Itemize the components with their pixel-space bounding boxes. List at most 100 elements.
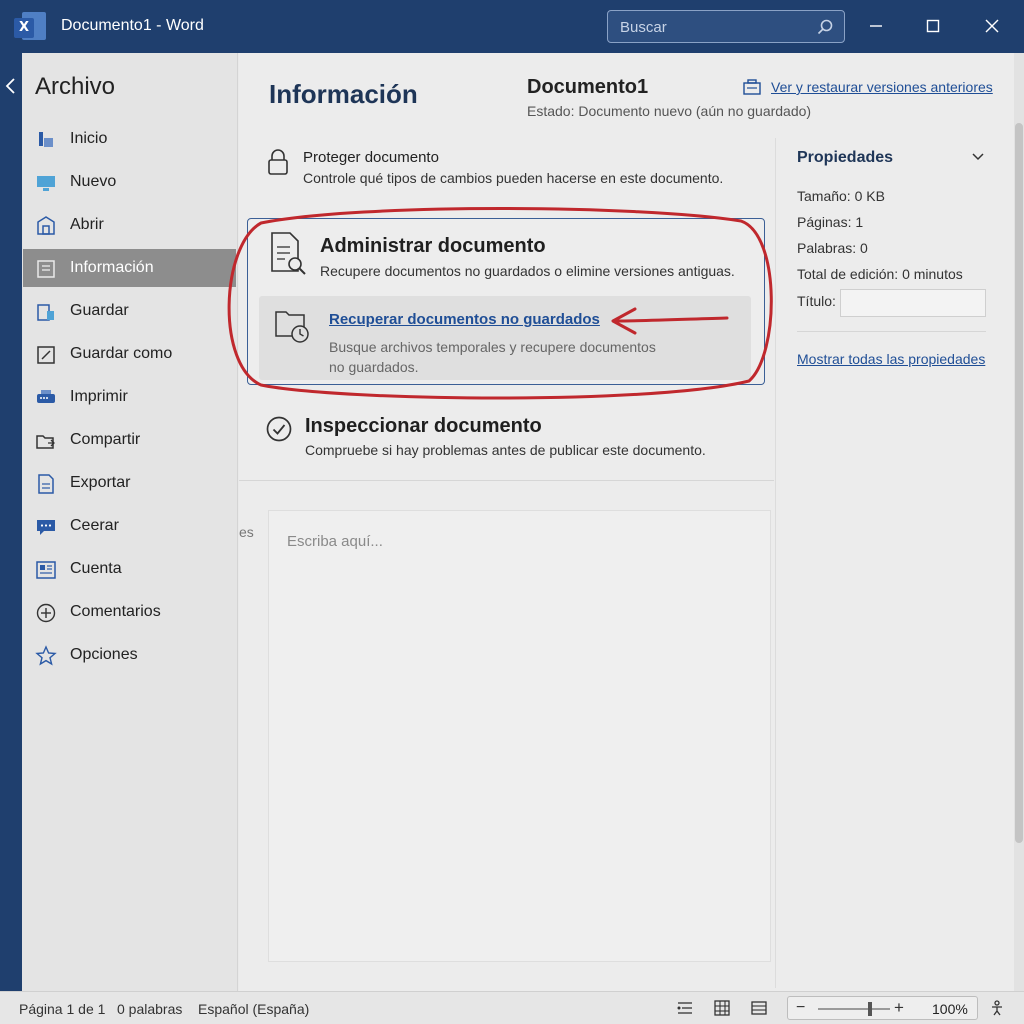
home-icon bbox=[39, 132, 53, 147]
sidebar-item-label: Abrir bbox=[70, 216, 104, 233]
inspect-title: Inspeccionar documento bbox=[305, 415, 542, 437]
recover-folder-clock-icon bbox=[275, 311, 309, 343]
sidebar-item-opciones[interactable]: Opciones bbox=[23, 636, 236, 674]
language-indicator[interactable]: Español (España) bbox=[198, 1001, 309, 1017]
share-icon bbox=[36, 435, 55, 449]
search-input[interactable] bbox=[620, 18, 810, 36]
recover-description: Busque archivos temporales y recupere do… bbox=[329, 339, 656, 375]
back-strip bbox=[0, 53, 22, 991]
sidebar-item-label: Información bbox=[70, 259, 154, 276]
sidebar-item-label: Cuenta bbox=[70, 560, 122, 577]
manage-title: Administrar documento bbox=[320, 235, 546, 257]
word-app-icon[interactable]: X bbox=[14, 12, 46, 40]
show-all-properties-link[interactable]: Mostrar todas las propiedades bbox=[797, 351, 985, 367]
recover-unsaved-link[interactable]: Recuperar documentos no guardados bbox=[329, 311, 600, 328]
options-icon bbox=[35, 645, 57, 666]
sidebar-item-label: Compartir bbox=[70, 431, 141, 448]
scrollbar-thumb[interactable] bbox=[1015, 123, 1023, 843]
property-title-label: Título: bbox=[797, 293, 836, 309]
word-count[interactable]: 0 palabras bbox=[117, 1001, 182, 1017]
document-state: Estado: Documento nuevo (aún no guardado… bbox=[527, 103, 812, 119]
close-icon[interactable] bbox=[980, 14, 1004, 38]
truncated-text: es bbox=[239, 524, 254, 540]
info-icon bbox=[37, 260, 55, 278]
inspect-document-section[interactable]: Inspeccionar documento Compruebe si hay … bbox=[265, 413, 765, 473]
sidebar-item-inicio[interactable]: Inicio bbox=[23, 120, 236, 158]
sidebar-item-label: Guardar como bbox=[70, 345, 173, 362]
zoom-slider[interactable] bbox=[818, 1008, 890, 1010]
sidebar-item-guardar[interactable]: Guardar bbox=[23, 292, 236, 330]
properties-divider bbox=[775, 138, 776, 988]
open-folder-icon bbox=[37, 216, 55, 235]
title-bar: X Documento1 - Word bbox=[0, 0, 1024, 53]
info-pane: Información Documento1 Estado: Documento… bbox=[239, 53, 1014, 991]
version-history-icon[interactable] bbox=[742, 78, 762, 96]
property-edit-time: Total de edición: 0 minutos bbox=[797, 266, 963, 282]
status-bar: Página 1 de 1 0 palabras Español (España… bbox=[0, 991, 1024, 1024]
sidebar-item-nuevo[interactable]: Nuevo bbox=[23, 163, 236, 201]
protect-title: Proteger documento bbox=[303, 149, 439, 166]
account-icon bbox=[36, 561, 56, 579]
accessibility-icon[interactable] bbox=[988, 999, 1006, 1017]
search-box[interactable] bbox=[607, 10, 845, 43]
file-sidebar: Archivo Inicio Nuevo Abrir Información G… bbox=[22, 53, 238, 991]
sidebar-item-abrir[interactable]: Abrir bbox=[23, 206, 236, 244]
lock-icon bbox=[268, 149, 288, 175]
web-layout-icon[interactable] bbox=[750, 999, 768, 1017]
zoom-control[interactable]: − + 100% bbox=[787, 996, 978, 1020]
sidebar-item-label: Ceerar bbox=[70, 517, 119, 534]
sidebar-item-cerrar[interactable]: Ceerar bbox=[23, 507, 236, 545]
focus-mode-icon[interactable] bbox=[676, 999, 694, 1017]
check-circle-icon bbox=[266, 416, 292, 442]
sidebar-item-label: Comentarios bbox=[70, 603, 161, 620]
protect-document-section[interactable]: Proteger documento Controle qué tipos de… bbox=[265, 146, 765, 196]
sidebar-item-compartir[interactable]: Compartir bbox=[23, 421, 236, 459]
feedback-icon bbox=[36, 603, 56, 623]
sidebar-item-label: Exportar bbox=[70, 474, 131, 491]
document-name: Documento1 bbox=[527, 76, 649, 98]
back-arrow-icon[interactable] bbox=[3, 77, 19, 95]
restore-versions-link[interactable]: Ver y restaurar versiones anteriores bbox=[771, 79, 993, 95]
sidebar-item-label: Guardar bbox=[70, 302, 129, 319]
property-size: Tamaño: 0 KB bbox=[797, 188, 885, 204]
zoom-out-button[interactable]: − bbox=[796, 999, 805, 1017]
print-layout-icon[interactable] bbox=[713, 999, 731, 1017]
zoom-level[interactable]: 100% bbox=[932, 1001, 968, 1017]
search-icon[interactable] bbox=[816, 18, 834, 36]
zoom-in-button[interactable]: + bbox=[894, 998, 904, 1018]
manage-document-section: Administrar documento Recupere documento… bbox=[247, 218, 765, 385]
sidebar-item-exportar[interactable]: Exportar bbox=[23, 464, 236, 502]
sidebar-item-label: Opciones bbox=[70, 646, 138, 663]
sidebar-item-guardar-como[interactable]: Guardar como bbox=[23, 335, 236, 373]
sidebar-item-imprimir[interactable]: Imprimir bbox=[23, 378, 236, 416]
sidebar-item-cuenta[interactable]: Cuenta bbox=[23, 550, 236, 588]
editor-textarea[interactable] bbox=[269, 511, 770, 961]
vertical-scrollbar[interactable] bbox=[1014, 53, 1024, 991]
sidebar-heading: Archivo bbox=[35, 73, 116, 100]
page-title: Información bbox=[269, 79, 418, 109]
export-icon bbox=[38, 474, 54, 494]
property-pages: Páginas: 1 bbox=[797, 214, 864, 230]
page-count[interactable]: Página 1 de 1 bbox=[19, 1001, 105, 1017]
manage-description: Recupere documentos no guardados o elimi… bbox=[320, 263, 735, 279]
sidebar-item-informacion[interactable]: Información bbox=[23, 249, 236, 287]
sidebar-item-label: Nuevo bbox=[70, 173, 117, 190]
save-as-icon bbox=[37, 346, 55, 364]
properties-heading: Propiedades bbox=[797, 149, 894, 166]
sidebar-item-comentarios[interactable]: Comentarios bbox=[23, 593, 236, 631]
properties-separator bbox=[797, 331, 986, 332]
section-divider bbox=[239, 480, 774, 481]
chevron-down-icon[interactable] bbox=[971, 152, 985, 162]
minimize-icon[interactable] bbox=[864, 14, 888, 38]
protect-description: Controle qué tipos de cambios pueden hac… bbox=[303, 170, 724, 186]
print-icon bbox=[37, 390, 55, 403]
zoom-slider-handle[interactable] bbox=[868, 1002, 872, 1016]
recover-unsaved-option[interactable]: Recuperar documentos no guardados Busque… bbox=[259, 296, 751, 380]
document-editor[interactable] bbox=[268, 510, 771, 962]
manage-document-icon bbox=[271, 232, 306, 275]
maximize-icon[interactable] bbox=[921, 14, 945, 38]
save-icon bbox=[37, 304, 54, 321]
sidebar-item-label: Inicio bbox=[70, 130, 108, 147]
title-field[interactable] bbox=[840, 289, 986, 317]
property-words: Palabras: 0 bbox=[797, 240, 868, 256]
